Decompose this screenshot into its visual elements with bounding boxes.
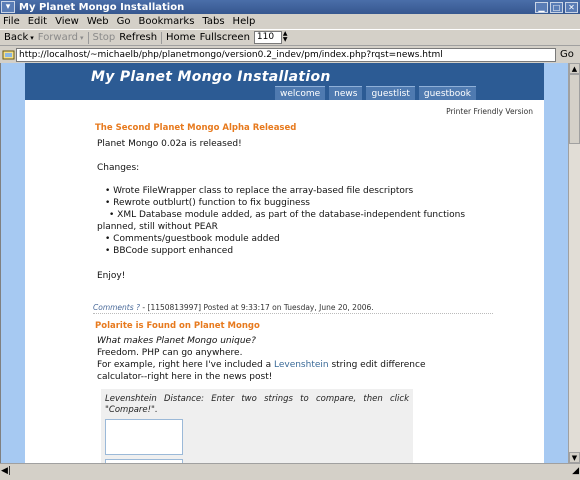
menu-web[interactable]: Web xyxy=(87,16,109,27)
toolbar-separator xyxy=(161,31,163,44)
menu-go[interactable]: Go xyxy=(117,16,131,27)
menu-edit[interactable]: Edit xyxy=(28,16,47,27)
site-header: My Planet Mongo Installation welcome new… xyxy=(25,63,544,100)
list-item: • XML Database module added, as part of … xyxy=(109,210,466,220)
site-title: My Planet Mongo Installation xyxy=(91,69,331,85)
levenshtein-form: Levenshtein Distance: Enter two strings … xyxy=(101,389,413,463)
article-paragraph-end: calculator--right here in the news post! xyxy=(97,372,273,382)
go-button[interactable]: Go xyxy=(560,49,574,60)
tab-guestlist[interactable]: guestlist xyxy=(366,86,415,100)
list-item: • Comments/guestbook module added xyxy=(105,234,280,244)
toolbar-separator xyxy=(87,31,89,44)
printer-friendly-link[interactable]: Printer Friendly Version xyxy=(446,107,533,116)
article-title[interactable]: Polarite is Found on Planet Mongo xyxy=(95,321,260,331)
menu-view[interactable]: View xyxy=(55,16,79,27)
window-titlebar: ▾ My Planet Mongo Installation ▁ □ ✕ xyxy=(0,0,580,14)
back-button[interactable]: Back ▾ xyxy=(4,32,34,43)
article-question: What makes Planet Mongo unique? xyxy=(97,336,256,346)
zoom-spinner[interactable]: ▲ ▼ xyxy=(283,31,291,44)
post-timestamp: - [1150813997] Posted at 9:33:17 on Tues… xyxy=(142,303,374,312)
article-changes-label: Changes: xyxy=(97,163,140,173)
article-title[interactable]: The Second Planet Mongo Alpha Released xyxy=(95,123,296,133)
maximize-button[interactable]: □ xyxy=(550,1,563,13)
article-paragraph: For example, right here I've included a … xyxy=(97,359,537,371)
connection-icon: ◀| xyxy=(1,466,11,476)
forward-button[interactable]: Forward ▾ xyxy=(38,32,84,43)
address-bar: http://localhost/~michaelb/php/planetmon… xyxy=(0,47,580,62)
levenshtein-instructions: Levenshtein Distance: Enter two strings … xyxy=(105,394,409,415)
article-answer-text: Freedom. PHP can go anywhere. xyxy=(97,348,243,358)
fullscreen-button[interactable]: Fullscreen xyxy=(200,32,250,43)
navigation-toolbar: Back ▾ Forward ▾ Stop Refresh Home Fullscr… xyxy=(0,29,580,46)
tab-news[interactable]: news xyxy=(329,86,363,100)
site-container: My Planet Mongo Installation welcome new… xyxy=(25,63,544,463)
menu-bar: File Edit View Web Go Bookmarks Tabs Hel… xyxy=(0,14,580,29)
chevron-down-icon[interactable]: ▾ xyxy=(30,34,34,42)
list-item: • Wrote FileWrapper class to replace the… xyxy=(105,186,414,196)
list-item-continuation: planned, still without PEAR xyxy=(97,222,218,232)
scroll-down-icon[interactable]: ▼ xyxy=(569,452,580,463)
menu-tabs[interactable]: Tabs xyxy=(202,16,224,27)
menu-help[interactable]: Help xyxy=(233,16,256,27)
article-changes-list: • Wrote FileWrapper class to replace the… xyxy=(97,185,537,257)
article-intro: Planet Mongo 0.02a is released! xyxy=(97,139,242,149)
comments-link[interactable]: Comments ? xyxy=(93,303,140,312)
menu-file[interactable]: File xyxy=(3,16,20,27)
home-button[interactable]: Home xyxy=(166,32,196,43)
tab-welcome[interactable]: welcome xyxy=(275,86,326,100)
list-item: • BBCode support enhanced xyxy=(105,246,234,256)
article-meta: Comments ? - [1150813997] Posted at 9:33… xyxy=(93,303,374,312)
scroll-up-icon[interactable]: ▲ xyxy=(569,63,580,74)
minimize-button[interactable]: ▁ xyxy=(535,1,548,13)
list-item: • Rewrote outblurt() function to fix bug… xyxy=(105,198,310,208)
forward-label: Forward xyxy=(37,32,79,43)
resize-grip-icon[interactable]: ◢ xyxy=(565,466,579,478)
close-button[interactable]: ✕ xyxy=(565,1,578,13)
status-text xyxy=(15,466,565,478)
chevron-down-icon[interactable]: ▾ xyxy=(80,34,84,42)
vertical-scrollbar[interactable]: ▲ ▼ xyxy=(568,63,580,463)
site-icon xyxy=(2,50,15,59)
refresh-button[interactable]: Refresh xyxy=(119,32,157,43)
divider xyxy=(93,313,493,314)
url-input[interactable]: http://localhost/~michaelb/php/planetmon… xyxy=(16,47,556,62)
back-label: Back xyxy=(4,32,29,43)
article-answer: Freedom. PHP can go anywhere. xyxy=(97,347,242,359)
levenshtein-link[interactable]: Levenshtein xyxy=(274,360,329,370)
tab-guestbook[interactable]: guestbook xyxy=(418,86,476,100)
paragraph-text: string edit difference xyxy=(331,360,426,370)
menu-bookmarks[interactable]: Bookmarks xyxy=(139,16,195,27)
site-tabs: welcome news guestlist guestbook xyxy=(275,86,476,100)
status-bar: ◀| ◢ xyxy=(0,463,580,480)
zoom-input[interactable]: 110 xyxy=(253,31,282,44)
page-viewport: My Planet Mongo Installation welcome new… xyxy=(0,63,568,463)
paragraph-text: For example, right here I've included a xyxy=(97,360,272,370)
scroll-thumb[interactable] xyxy=(569,74,580,144)
window-title: My Planet Mongo Installation xyxy=(19,1,185,13)
article-outro: Enjoy! xyxy=(97,271,126,281)
string-a-input[interactable] xyxy=(105,419,183,455)
window-menu-button[interactable]: ▾ xyxy=(1,1,15,13)
stop-button[interactable]: Stop xyxy=(93,32,116,43)
